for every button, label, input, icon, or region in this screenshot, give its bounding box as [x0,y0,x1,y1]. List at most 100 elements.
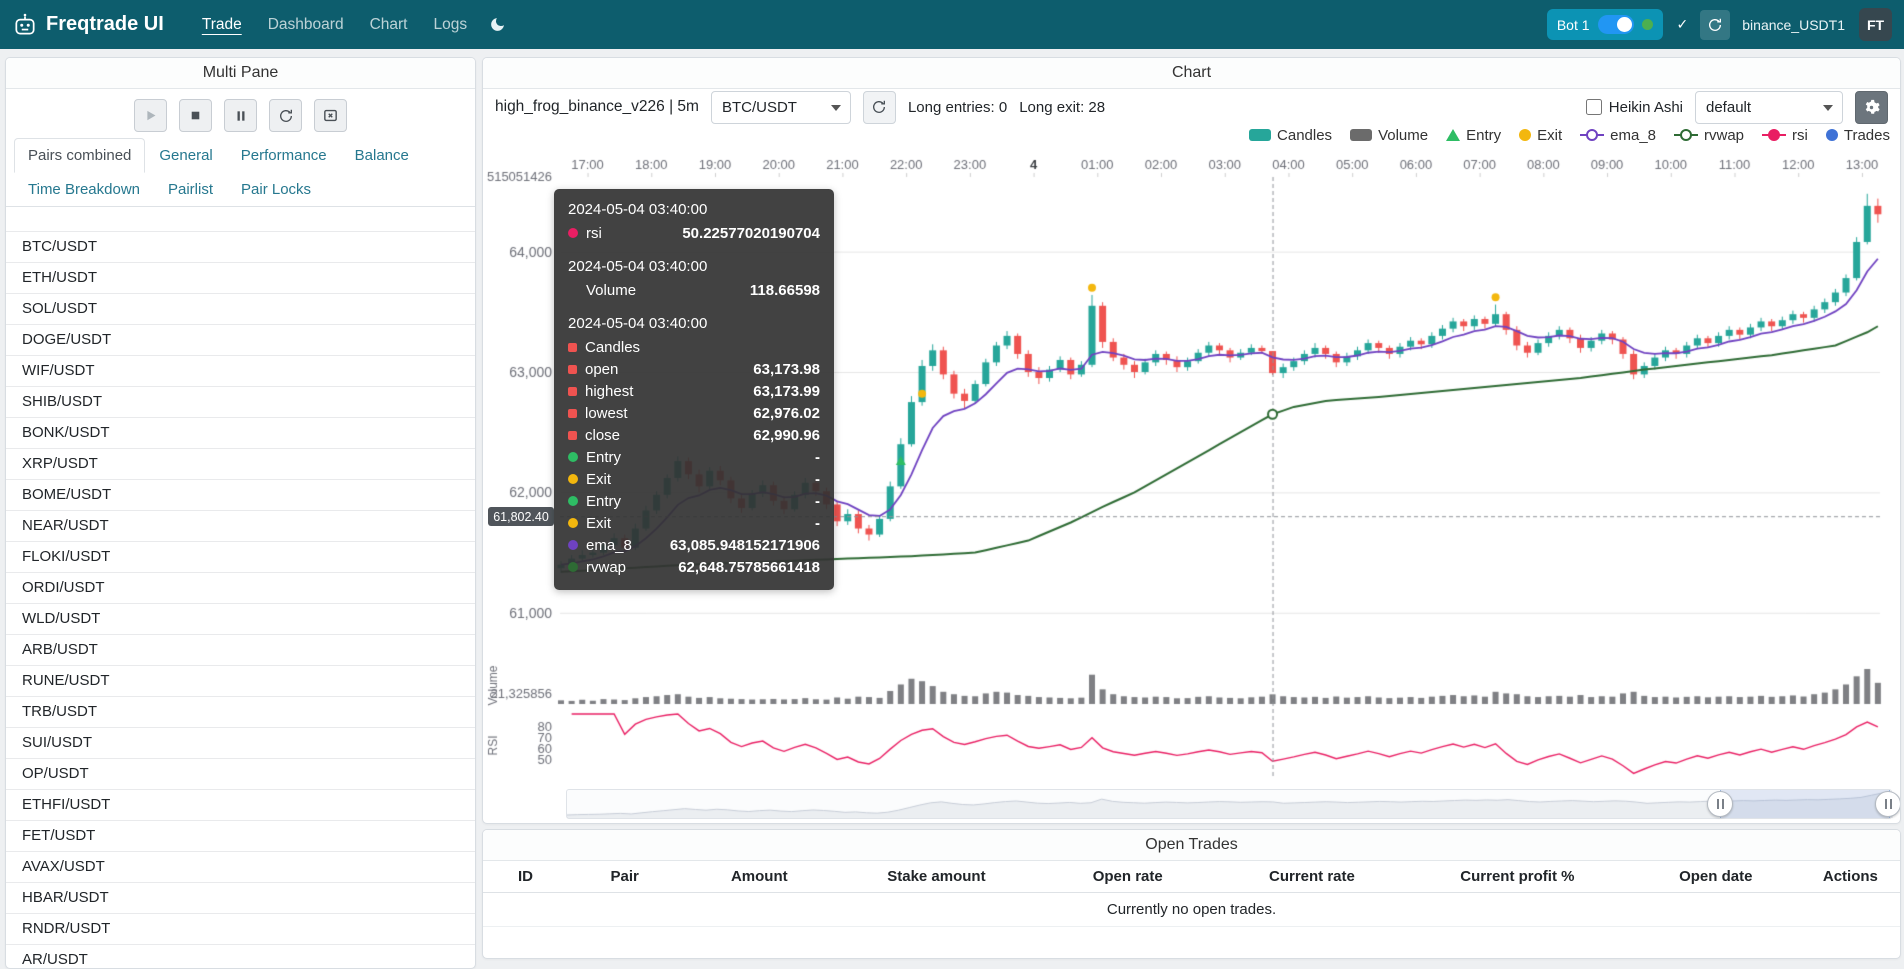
stop-bot-button[interactable] [179,99,212,132]
pair-list-item[interactable]: BTC/USDT [6,232,475,263]
pair-list-item[interactable]: FLOKI/USDT [6,542,475,573]
nav-item-trade[interactable]: Trade [190,7,254,43]
tooltip-row: Entry- [568,446,820,468]
pair-list-item[interactable]: DOGE/USDT [6,325,475,356]
tab-pair-locks[interactable]: Pair Locks [227,172,325,207]
reload-icon [278,108,294,124]
plot-config-select[interactable]: default [1695,91,1843,124]
nav-item-chart[interactable]: Chart [358,7,420,43]
pair-list-item[interactable]: NEAR/USDT [6,511,475,542]
tooltip-series-value: 63,173.98 [753,361,820,378]
tab-general[interactable]: General [145,138,226,173]
legend-item-ema_8[interactable]: ema_8 [1580,127,1656,144]
pair-list-item[interactable]: FET/USDT [6,821,475,852]
tooltip-row: highest 63,173.99 [568,380,820,402]
user-avatar[interactable]: FT [1859,8,1892,41]
pause-icon [234,109,248,123]
open-trades-panel: Open Trades IDPairAmountStake amountOpen… [482,829,1901,959]
pair-list-item[interactable]: SHIB/USDT [6,387,475,418]
chart-tooltip: 2024-05-04 03:40:00rsi50.225770201907042… [554,189,834,590]
legend-label: rsi [1792,127,1808,144]
axis-pointer-price-label: 61,802.40 [488,507,554,526]
bot-selector[interactable]: Bot 1 [1547,9,1663,40]
pause-bot-button[interactable] [224,99,257,132]
chart-refresh-button[interactable] [863,91,896,124]
datazoom-handle-right[interactable] [1875,791,1901,817]
brand-title: Freqtrade UI [46,13,164,36]
nav-item-dashboard[interactable]: Dashboard [256,7,356,43]
pair-list-item[interactable]: WIF/USDT [6,356,475,387]
legend-item-rvwap[interactable]: rvwap [1674,127,1744,144]
entry-legend-icon [1446,129,1460,141]
play-icon [143,108,158,123]
tab-performance[interactable]: Performance [227,138,341,173]
empty-trades-message: Currently no open trades. [483,893,1900,927]
forget-bot-button[interactable] [314,99,347,132]
series-marker-icon [568,496,578,506]
pair-list-item[interactable]: BOME/USDT [6,480,475,511]
tab-pairs-combined[interactable]: Pairs combined [14,138,145,173]
series-marker-icon [568,228,578,238]
chart-toolbar: high_frog_binance_v226 | 5m BTC/USDT Lon… [483,89,1900,125]
pair-list-item[interactable]: WLD/USDT [6,604,475,635]
pair-list-item[interactable]: SUI/USDT [6,728,475,759]
tooltip-row: lowest62,976.02 [568,402,820,424]
datazoom-handle-left[interactable] [1707,791,1733,817]
theme-toggle-button[interactable] [485,12,510,37]
tab-balance[interactable]: Balance [341,138,423,173]
pair-list-item[interactable]: BONK/USDT [6,418,475,449]
datazoom-track[interactable] [566,789,1892,819]
pair-list-item[interactable]: ETHFI/USDT [6,790,475,821]
datazoom-selection[interactable] [1720,790,1890,818]
series-marker-icon [568,518,578,528]
column-header: Actions [1801,861,1900,893]
pair-select[interactable]: BTC/USDT [711,91,851,124]
tab-pairlist[interactable]: Pairlist [154,172,227,207]
tooltip-timestamp: 2024-05-04 03:40:00 [568,201,820,218]
pair-list-item[interactable]: XRP/USDT [6,449,475,480]
legend-item-trades[interactable]: Trades [1826,127,1890,144]
pair-list-item[interactable]: RUNE/USDT [6,666,475,697]
exit-legend-icon [1519,129,1531,141]
pair-list-item[interactable]: TRB/USDT [6,697,475,728]
main-nav: TradeDashboardChartLogs [190,7,479,43]
pair-list-item[interactable]: AR/USDT [6,945,475,969]
tooltip-series-label: Entry [586,493,621,510]
brand-link[interactable]: Freqtrade UI [12,12,164,38]
tooltip-series-label: highest [585,383,633,400]
candles-legend-icon [1249,129,1271,141]
legend-label: rvwap [1704,127,1744,144]
tab-time-breakdown[interactable]: Time Breakdown [14,172,154,207]
column-header: Amount [681,861,837,893]
tooltip-row: rvwap62,648.75785661418 [568,556,820,578]
legend-item-exit[interactable]: Exit [1519,127,1562,144]
heikin-ashi-checkbox[interactable] [1586,99,1602,115]
play-bot-button[interactable] [134,99,167,132]
bot-enable-toggle[interactable] [1598,15,1634,34]
pair-list-item[interactable]: HBAR/USDT [6,883,475,914]
pair-list-item[interactable]: OP/USDT [6,759,475,790]
column-header: Current profit % [1404,861,1631,893]
moon-icon [489,16,506,33]
legend-item-rsi[interactable]: rsi [1762,127,1808,144]
legend-item-entry[interactable]: Entry [1446,127,1501,144]
pair-list-item[interactable]: SOL/USDT [6,294,475,325]
plot-settings-button[interactable] [1855,91,1888,124]
column-header: Open date [1631,861,1801,893]
reload-bot-button[interactable] [269,99,302,132]
pair-list-item[interactable]: AVAX/USDT [6,852,475,883]
tooltip-row: Exit- [568,512,820,534]
column-header: Pair [568,861,681,893]
pair-list-item[interactable]: ORDI/USDT [6,573,475,604]
tooltip-series-label: lowest [585,405,628,422]
legend-item-volume[interactable]: Volume [1350,127,1428,144]
nav-item-logs[interactable]: Logs [421,7,479,43]
pair-list-item[interactable]: ETH/USDT [6,263,475,294]
refresh-button[interactable] [1700,10,1730,40]
legend-item-candles[interactable]: Candles [1249,127,1332,144]
chart-area: 61,802.40 2024-05-04 03:40:00rsi50.22577… [483,153,1900,786]
pair-list-item[interactable]: ARB/USDT [6,635,475,666]
reload-icon [1707,17,1723,33]
tooltip-series-value: 63,173.99 [753,383,820,400]
pair-list-item[interactable]: RNDR/USDT [6,914,475,945]
